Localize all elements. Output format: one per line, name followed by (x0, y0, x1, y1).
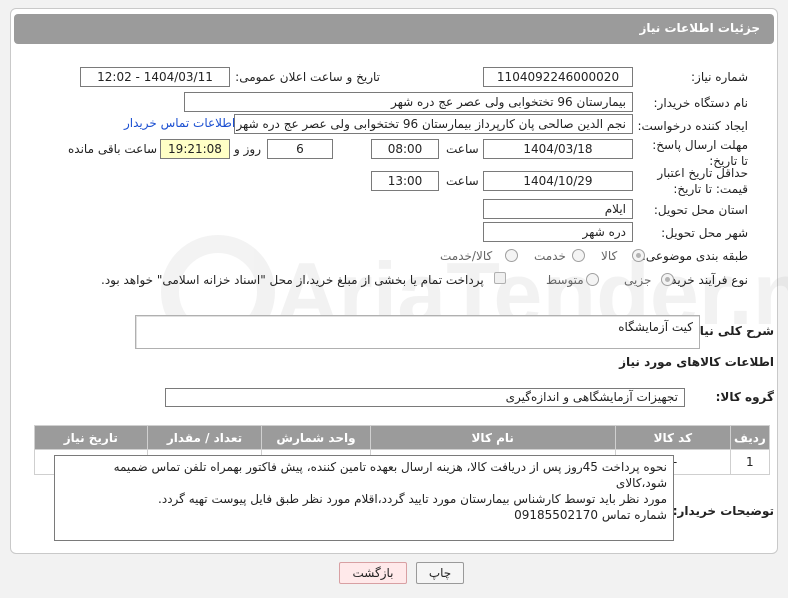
days-field[interactable]: 6 (267, 139, 333, 159)
category-radio-service[interactable] (572, 249, 585, 262)
table-header-row: ردیف کد کالا نام کالا واحد شمارش تعداد /… (34, 425, 771, 450)
price-time-label: ساعت (446, 174, 479, 188)
col-need-date: تاریخ نیاز (34, 425, 148, 450)
goods-group-label: گروه کالا: (715, 390, 774, 404)
process-option-minor: جزیی (624, 273, 652, 287)
announce-field[interactable]: 1404/03/11 - 12:02 (80, 67, 230, 87)
category-label: طبقه بندی موضوعی: (641, 249, 748, 263)
city-label: شهر محل تحویل: (661, 226, 748, 240)
cell-row-number: 1 (729, 449, 771, 475)
category-option-both: کالا/خدمت (440, 249, 493, 263)
buyer-notes-line: مورد نظر باید توسط کارشناس بیمارستان مور… (158, 492, 667, 506)
summary-label: شرح کلی نیاز: (688, 324, 774, 338)
summary-field[interactable]: کیت آزمایشگاه (135, 315, 700, 349)
buyer-org-label: نام دستگاه خریدار: (653, 96, 749, 110)
process-radio-minor[interactable] (661, 273, 674, 286)
col-quantity: تعداد / مقدار (146, 425, 263, 450)
category-radio-both[interactable] (505, 249, 518, 262)
remaining-label: ساعت باقی مانده (68, 142, 158, 156)
treasury-checkbox[interactable] (494, 272, 506, 284)
buyer-notes-line: شماره تماس 09185502170 (514, 508, 667, 522)
col-item-name: نام کالا (369, 425, 616, 450)
category-option-goods: کالا (601, 249, 618, 263)
province-label: استان محل تحویل: (653, 203, 748, 217)
price-time-field[interactable]: 13:00 (371, 171, 439, 191)
city-field[interactable]: دره شهر (483, 222, 633, 242)
creator-label: ایجاد کننده درخواست: (637, 119, 748, 133)
days-label: روز و (234, 142, 261, 156)
category-option-service: خدمت (534, 249, 566, 263)
price-validity-label: حداقل تاریخ اعتبار قیمت: تا تاریخ: (657, 166, 748, 196)
category-radio-goods[interactable] (632, 249, 645, 262)
col-row-number: ردیف (729, 425, 771, 450)
buyer-org-field[interactable]: بیمارستان 96 تختخوابی ولی عصر عج دره شهر (184, 92, 633, 112)
col-item-code: کد کالا (614, 425, 731, 450)
buyer-notes-field[interactable]: نحوه پرداخت 45روز پس از دریافت کالا، هزی… (54, 455, 674, 541)
buyer-notes-label: توضیحات خریدار: (672, 504, 774, 518)
page-title: جزئیات اطلاعات نیاز (14, 14, 774, 44)
back-button[interactable]: بازگشت (339, 562, 407, 584)
payment-note: پرداخت تمام یا بخشی از مبلغ خرید،از محل … (101, 273, 484, 287)
reply-date-field[interactable]: 1404/03/18 (483, 139, 633, 159)
buyer-notes-line: نحوه پرداخت 45روز پس از دریافت کالا، هزی… (113, 460, 667, 490)
need-number-label: شماره نیاز: (691, 70, 748, 84)
process-label: نوع فرآیند خرید : (663, 273, 748, 287)
process-radio-medium[interactable] (586, 273, 599, 286)
buyer-contact-link[interactable]: اطلاعات تماس خریدار (124, 116, 235, 130)
process-option-medium: متوسط (546, 273, 584, 287)
creator-field[interactable]: نجم الدین صالحی پان کارپرداز بیمارستان 9… (234, 114, 633, 134)
remaining-time-field[interactable]: 19:21:08 (160, 139, 230, 159)
reply-time-field[interactable]: 08:00 (371, 139, 439, 159)
goods-group-field[interactable]: تجهیزات آزمایشگاهی و اندازه‌گیری (165, 388, 685, 407)
announce-label: تاریخ و ساعت اعلان عمومی: (235, 70, 380, 84)
price-date-field[interactable]: 1404/10/29 (483, 171, 633, 191)
print-button[interactable]: چاپ (416, 562, 464, 584)
need-number-field[interactable]: 1104092246000020 (483, 67, 633, 87)
reply-time-label: ساعت (446, 142, 479, 156)
goods-info-title: اطلاعات کالاهای مورد نیاز (619, 355, 774, 369)
province-field[interactable]: ایلام (483, 199, 633, 219)
col-unit: واحد شمارش (261, 425, 371, 450)
